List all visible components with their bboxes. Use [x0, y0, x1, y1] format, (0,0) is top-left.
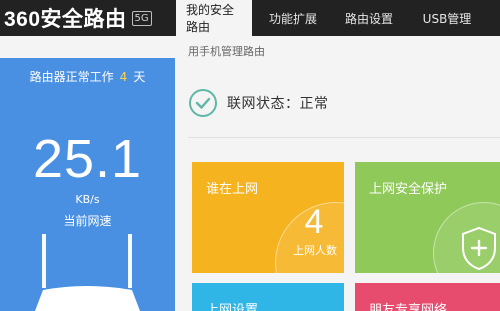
network-status: 联网状态：正常: [188, 86, 329, 120]
who-online-title: 谁在上网: [206, 182, 259, 197]
router-icon: [35, 234, 140, 311]
friend-network-title: 朋友专享网络: [369, 303, 448, 311]
security-protection-title: 上网安全保护: [369, 182, 448, 197]
online-count: 4: [304, 203, 324, 241]
divider: [188, 137, 500, 138]
uptime-prefix: 路由器正常工作: [29, 70, 114, 84]
network-settings-tile[interactable]: 上网设置: [192, 283, 344, 311]
uptime-days: 4: [119, 70, 128, 84]
tab-usb-management[interactable]: USB管理: [404, 0, 490, 36]
tab-extensions[interactable]: 功能扩展: [252, 0, 334, 36]
security-protection-tile[interactable]: 上网安全保护: [355, 162, 500, 273]
main-tabs: 我的安全路由 功能扩展 路由设置 USB管理: [176, 0, 490, 36]
shield-plus-icon: [462, 226, 496, 271]
friend-network-tile[interactable]: 朋友专享网络: [355, 283, 500, 311]
speed-label: 当前网速: [63, 214, 112, 228]
network-status-text: 联网状态：正常: [227, 96, 329, 112]
router-status-panel: 路由器正常工作 4 天 25.1 KB/s 当前网速: [0, 58, 175, 311]
uptime-suffix: 天: [133, 70, 146, 84]
who-online-tile[interactable]: 谁在上网 4 上网人数: [192, 162, 344, 273]
logo: 360安全路由 5G: [4, 6, 152, 31]
shield-circle: [433, 202, 500, 273]
network-settings-title: 上网设置: [206, 303, 259, 311]
current-speed-value: 25.1: [32, 129, 143, 189]
online-count-label: 上网人数: [293, 244, 337, 257]
check-circle-icon: [189, 89, 217, 117]
top-bar: 360安全路由 5G 我的安全路由 功能扩展 路由设置 USB管理: [0, 0, 500, 36]
page-subtitle: 用手机管理路由: [188, 45, 265, 58]
tab-my-router[interactable]: 我的安全路由: [176, 0, 252, 36]
brand-name: 360安全路由: [4, 8, 127, 31]
5g-badge: 5G: [131, 10, 152, 26]
router-uptime: 路由器正常工作 4 天: [0, 68, 175, 85]
speed-unit: KB/s: [75, 193, 100, 206]
tab-router-settings[interactable]: 路由设置: [334, 0, 404, 36]
